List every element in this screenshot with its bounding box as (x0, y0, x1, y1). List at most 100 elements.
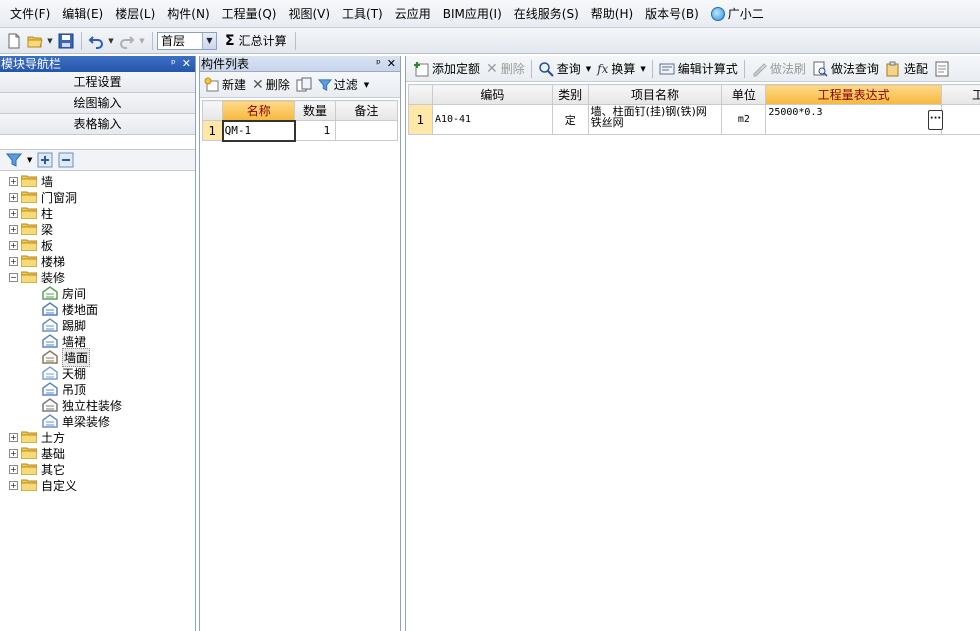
tree-child-node[interactable]: 天棚 (0, 365, 195, 381)
tree-node[interactable]: + 梁 (0, 221, 195, 237)
tree-node[interactable]: + 墙 (0, 173, 195, 189)
menu-item-3[interactable]: 构件(N) (161, 3, 215, 25)
cell-quantity-expr[interactable]: 25000*0.3 (765, 104, 943, 135)
col-header-qty[interactable]: 数量 (294, 100, 336, 121)
method-brush-button[interactable]: 做法刷 (748, 60, 809, 77)
tree-child-node[interactable]: 楼地面 (0, 301, 195, 317)
expand-all-button[interactable] (37, 152, 53, 168)
tree-node[interactable]: + 其它 (0, 461, 195, 477)
tree-child-node[interactable]: 墙面 (0, 347, 195, 367)
menu-item-4[interactable]: 工程量(Q) (216, 3, 283, 25)
tree-node[interactable]: + 楼梯 (0, 253, 195, 269)
query-button[interactable]: 查询 ▼ (535, 60, 594, 77)
col-header-type[interactable]: 类别 (551, 84, 589, 105)
edit-formula-button[interactable]: 编辑计算式 (656, 60, 741, 77)
expand-toggle-icon[interactable]: + (9, 176, 18, 186)
menu-item-8[interactable]: BIM应用(I) (437, 3, 508, 25)
assistant-menu[interactable]: 广小二 (705, 3, 770, 25)
new-component-button[interactable]: 新建 (204, 76, 246, 93)
cell-unit[interactable]: m2 (721, 104, 767, 135)
menu-item-6[interactable]: 工具(T) (336, 3, 389, 25)
open-file-button[interactable] (25, 31, 45, 51)
cell-note[interactable] (334, 120, 399, 141)
menu-item-0[interactable]: 文件(F) (4, 3, 56, 25)
menu-item-5[interactable]: 视图(V) (282, 3, 336, 25)
expand-toggle-icon[interactable]: + (9, 240, 18, 250)
tree-child-node[interactable]: 踢脚 (0, 317, 195, 333)
tree-child-node[interactable]: 房间 (0, 285, 195, 301)
col-header-unit[interactable]: 单位 (721, 84, 767, 105)
filter-component-button[interactable]: 过滤 ▼ (317, 76, 369, 93)
col-header-code[interactable]: 编码 (431, 84, 553, 105)
menu-item-7[interactable]: 云应用 (389, 3, 437, 25)
tree-child-node[interactable]: 单梁装修 (0, 413, 195, 429)
collapse-toggle-icon[interactable]: − (9, 272, 18, 282)
expand-toggle-icon[interactable]: + (9, 192, 18, 202)
delete-component-button[interactable]: ✕ 删除 (252, 76, 290, 93)
delete-quota-button[interactable]: ✕ 删除 (483, 60, 528, 77)
tree-child-node[interactable]: 独立柱装修 (0, 397, 195, 413)
menu-item-11[interactable]: 版本号(B) (639, 3, 705, 25)
col-header-quantity-expr[interactable]: 工程量表达式 (765, 84, 943, 105)
menu-item-10[interactable]: 帮助(H) (585, 3, 639, 25)
expression-editor-button[interactable]: ··· (928, 110, 943, 130)
cell-item-name[interactable]: 墙、柱面钉(挂)钢(铁)网 铁丝网 (587, 104, 723, 135)
col-header-name[interactable]: 名称 (222, 100, 296, 121)
expand-toggle-icon[interactable]: + (9, 464, 18, 474)
tree-node[interactable]: − 装修 (0, 269, 195, 285)
close-icon[interactable]: ✕ (182, 56, 191, 72)
pin-icon[interactable]: ᵖ (171, 56, 176, 72)
tree-node[interactable]: + 基础 (0, 445, 195, 461)
new-file-button[interactable] (4, 31, 24, 51)
undo-button[interactable] (86, 31, 106, 51)
floor-select[interactable]: 首层 ▼ (157, 31, 217, 50)
col-header-next[interactable]: 工 (941, 84, 980, 105)
tab-project-settings[interactable]: 工程设置 (0, 72, 195, 93)
expand-toggle-icon[interactable]: + (9, 448, 18, 458)
expand-toggle-icon[interactable]: + (9, 224, 18, 234)
cell-next[interactable] (941, 104, 980, 135)
undo-dropdown-arrow[interactable]: ▼ (107, 31, 115, 51)
filter-button[interactable] (6, 152, 22, 168)
open-dropdown-arrow[interactable]: ▼ (46, 31, 54, 51)
expand-toggle-icon[interactable]: + (9, 256, 18, 266)
expand-toggle-icon[interactable]: + (9, 208, 18, 218)
redo-dropdown-arrow[interactable]: ▼ (138, 31, 146, 51)
col-header-item-name[interactable]: 项目名称 (587, 84, 723, 105)
summary-calc-button[interactable]: Σ 汇总计算 (221, 31, 291, 51)
redo-button[interactable] (117, 31, 137, 51)
tree-node[interactable]: + 门窗洞 (0, 189, 195, 205)
tab-drawing-input[interactable]: 绘图输入 (0, 93, 195, 114)
select-config-button[interactable]: 选配 (882, 60, 931, 77)
filter-dropdown-icon[interactable]: ▼ (27, 156, 32, 164)
pin-icon[interactable]: ᵖ (376, 56, 381, 71)
cell-name[interactable]: QM-1 (221, 119, 296, 142)
menu-item-9[interactable]: 在线服务(S) (508, 3, 585, 25)
tree-node[interactable]: + 土方 (0, 429, 195, 445)
save-button[interactable] (56, 31, 76, 51)
table-row[interactable]: 1 A10-41 定 墙、柱面钉(挂)钢(铁)网 铁丝网 m2 25000*0.… (408, 104, 980, 135)
more-toolbar-button[interactable] (931, 61, 953, 77)
tree-child-node[interactable]: 墙裙 (0, 333, 195, 349)
cell-type[interactable]: 定 (551, 104, 589, 135)
expand-toggle-icon[interactable]: + (9, 432, 18, 442)
tree-child-node[interactable]: 吊顶 (0, 381, 195, 397)
col-header-note[interactable]: 备注 (334, 100, 399, 121)
copy-component-button[interactable] (296, 77, 312, 93)
collapse-all-button[interactable] (58, 152, 74, 168)
cell-qty[interactable]: 1 (294, 120, 336, 141)
table-row[interactable]: 1 QM-1 1 (201, 119, 399, 142)
query-label: 查询 (556, 62, 581, 76)
cell-code[interactable]: A10-41 (431, 104, 553, 135)
tree-node[interactable]: + 板 (0, 237, 195, 253)
close-icon[interactable]: ✕ (387, 56, 396, 71)
expand-toggle-icon[interactable]: + (9, 480, 18, 490)
tree-node[interactable]: + 柱 (0, 205, 195, 221)
add-quota-button[interactable]: 添加定额 (410, 60, 483, 77)
menu-item-1[interactable]: 编辑(E) (56, 3, 109, 25)
tab-table-input[interactable]: 表格输入 (0, 114, 195, 135)
method-query-button[interactable]: 做法查询 (809, 60, 882, 77)
convert-button[interactable]: fx 换算 ▼ (594, 60, 649, 77)
menu-item-2[interactable]: 楼层(L) (109, 3, 161, 25)
tree-node[interactable]: + 自定义 (0, 477, 195, 493)
